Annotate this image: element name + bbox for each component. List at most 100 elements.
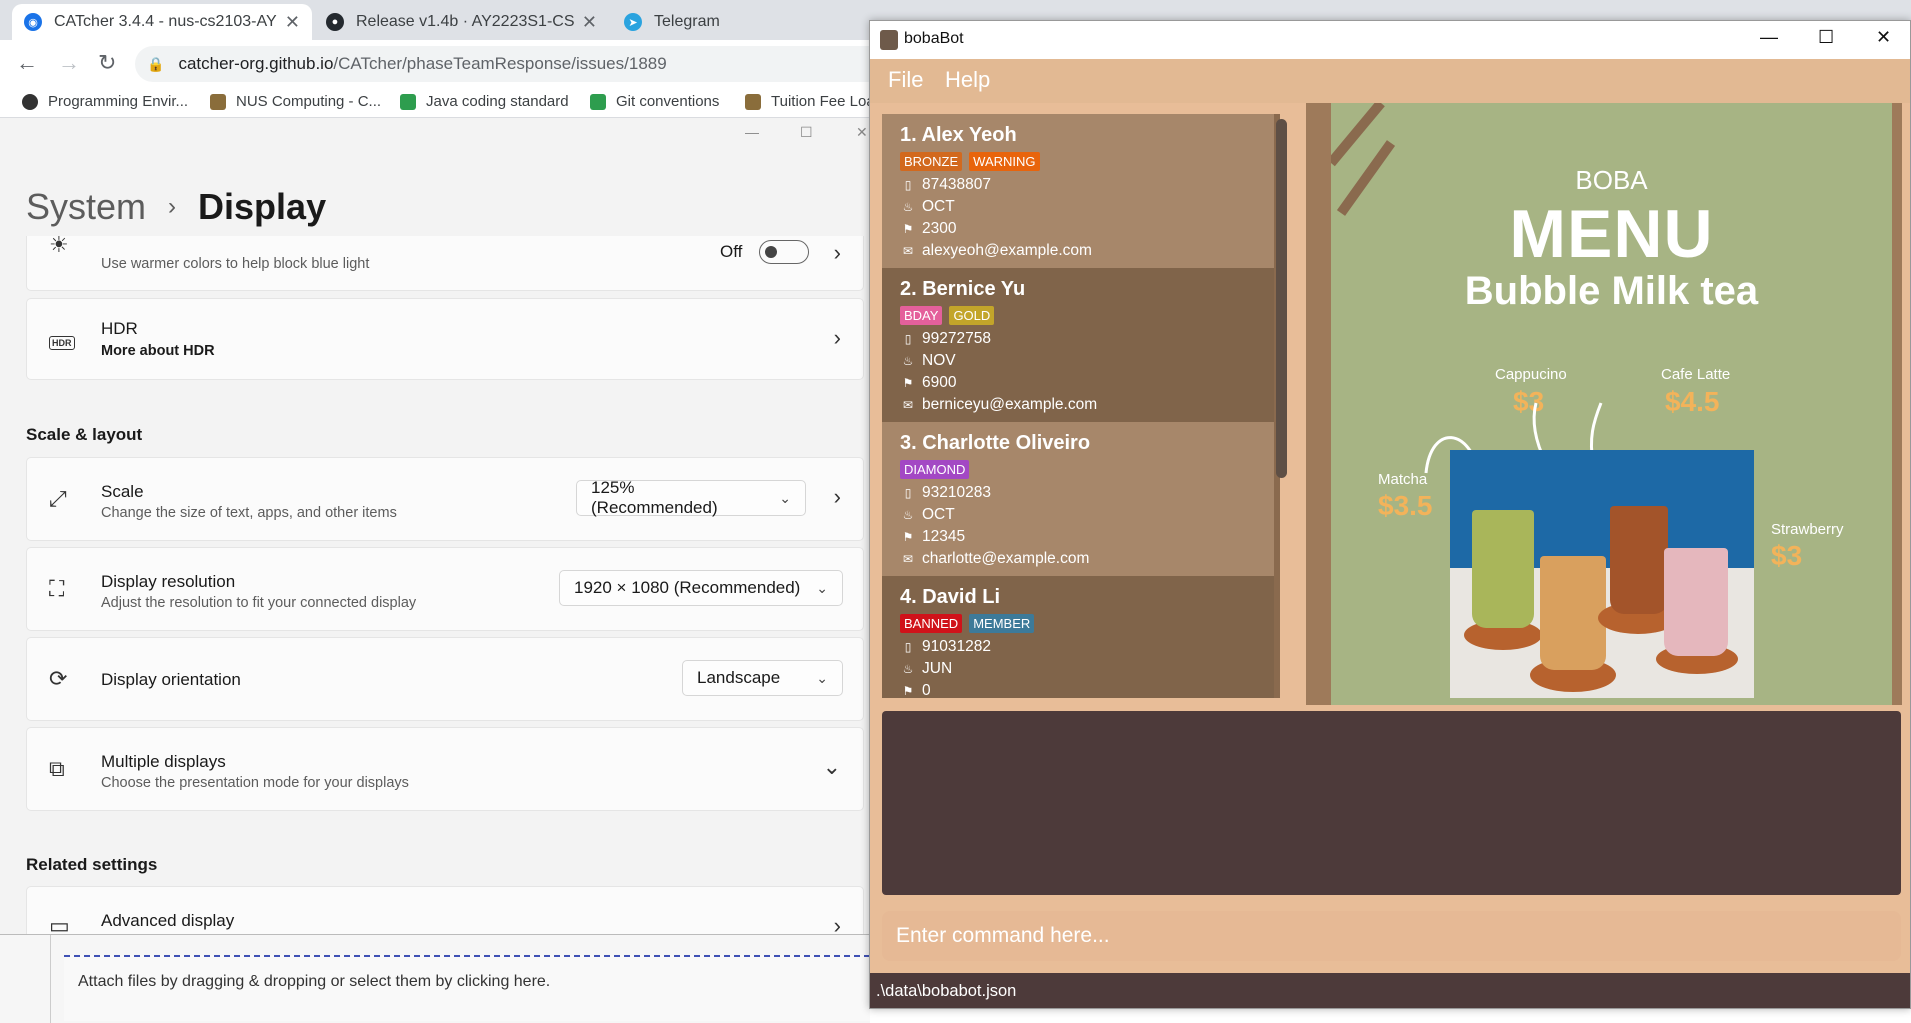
orientation-card[interactable]: ⟳ Display orientation Landscape ⌄ [26, 637, 864, 721]
close-icon[interactable]: ✕ [856, 124, 868, 141]
forward-icon[interactable]: → [58, 50, 80, 76]
resolution-card[interactable]: ⛶ Display resolution Adjust the resoluti… [26, 547, 864, 631]
telegram-icon: ➤ [624, 13, 642, 31]
menu-file[interactable]: File [888, 67, 923, 93]
tag-member: MEMBER [969, 614, 1035, 633]
command-input[interactable] [882, 911, 1901, 961]
scale-value: 125% (Recommended) [591, 478, 718, 517]
chevron-down-icon[interactable]: ⌄ [823, 754, 841, 780]
close-icon[interactable]: ✕ [582, 12, 597, 33]
customer-name: 4. David Li [900, 586, 1001, 608]
strawberry-cup [1664, 548, 1728, 656]
menu-image-panel: BOBA MENU Bubble Milk tea Cappucino $3 C… [1306, 103, 1902, 705]
phone-field: ▯ 91031282 [900, 638, 991, 656]
chevron-down-icon: ⌄ [816, 669, 828, 686]
browser-tab-telegram[interactable]: ➤ Telegram [612, 4, 872, 40]
birthday-field: ♨ OCT [900, 506, 955, 524]
resolution-dropdown[interactable]: 1920 × 1080 (Recommended) ⌄ [559, 570, 843, 606]
bookmark-item[interactable]: Programming Envir... [22, 93, 188, 110]
browser-tab-github[interactable]: ● Release v1.4b · AY2223S1-CS210 ✕ [314, 4, 609, 40]
phone-field: ▯ 87438807 [900, 176, 991, 194]
points-field: ⚑ 12345 [900, 528, 966, 546]
tag-list: BDAY GOLD [900, 306, 1001, 325]
toggle-state-label: Off [720, 242, 743, 261]
chevron-right-icon: › [168, 193, 177, 220]
mail-icon: ✉ [902, 552, 914, 566]
customer-list: 1. Alex Yeoh BRONZE WARNING ▯ 87438807 ♨ O… [882, 114, 1280, 698]
phone-icon: ▯ [904, 486, 912, 500]
advanced-display-title: Advanced display [101, 911, 235, 930]
bookmark-item[interactable]: Tuition Fee Loa [745, 93, 875, 110]
cake-icon: ♨ [902, 200, 914, 214]
orientation-dropdown[interactable]: Landscape ⌄ [682, 660, 843, 696]
scale-icon: ⤢ [49, 486, 67, 511]
close-icon[interactable]: ✕ [1876, 27, 1891, 48]
bookmark-icon [400, 93, 416, 110]
maximize-icon[interactable]: ☐ [1818, 27, 1834, 48]
bubble-tea-photo [1450, 450, 1754, 698]
multiple-displays-card[interactable]: ⧉ Multiple displays Choose the presentat… [26, 727, 864, 811]
list-scrollbar[interactable] [1276, 119, 1287, 478]
customer-name: 3. Charlotte Oliveiro [900, 432, 1091, 454]
maximize-icon[interactable]: ☐ [800, 124, 813, 141]
list-item[interactable]: 3. Charlotte Oliveiro DIAMOND ▯ 93210283 … [882, 422, 1274, 576]
cake-icon: ♨ [902, 354, 914, 368]
cappucino-cup [1540, 556, 1606, 670]
back-icon[interactable]: ← [16, 50, 38, 76]
minimize-icon[interactable]: — [745, 124, 759, 140]
gift-icon: ⚑ [902, 222, 914, 236]
hdr-card[interactable]: HDR HDR More about HDR › [26, 298, 864, 380]
browser-tab-catcher[interactable]: ◉ CATcher 3.4.4 - nus-cs2103-AY22 ✕ [12, 4, 312, 40]
tag-bday: BDAY [900, 306, 943, 325]
email-field: ✉ alexyeoh@example.com [900, 242, 1092, 260]
tag-list: DIAMOND [900, 460, 976, 479]
birthday-field: ♨ OCT [900, 198, 955, 216]
bookmark-item[interactable]: NUS Computing - C... [210, 93, 381, 110]
list-item[interactable]: 2. Bernice Yu BDAY GOLD ▯ 99272758 ♨ NOV ⚑… [882, 268, 1274, 422]
birthday-field: ♨ JUN [900, 660, 953, 678]
resolution-subtitle: Adjust the resolution to fit your connec… [101, 595, 417, 611]
bobabot-menubar: File Help [870, 59, 1910, 103]
close-icon[interactable]: ✕ [285, 12, 300, 33]
list-item[interactable]: 1. Alex Yeoh BRONZE WARNING ▯ 87438807 ♨ O… [882, 114, 1274, 268]
bookmark-item[interactable]: Git conventions [590, 93, 719, 110]
night-light-toggle[interactable] [759, 240, 809, 264]
scale-card[interactable]: ⤢ Scale Change the size of text, apps, a… [26, 457, 864, 541]
chevron-down-icon: ⌄ [816, 579, 828, 596]
latte-cup [1610, 506, 1668, 614]
hdr-title: HDR [101, 319, 138, 338]
attach-dropzone[interactable]: Attach files by dragging & dropping or s… [64, 955, 870, 1021]
breadcrumb: System › Display [26, 186, 326, 228]
tab-title: Telegram [654, 13, 720, 30]
hdr-subtitle[interactable]: More about HDR [101, 343, 215, 359]
menu-help[interactable]: Help [945, 67, 990, 93]
advanced-display-card[interactable]: ▭ Advanced display › [26, 886, 864, 936]
catcher-icon: ◉ [24, 13, 42, 31]
tag-diamond: DIAMOND [900, 460, 970, 479]
chevron-right-icon: › [833, 484, 841, 509]
gift-icon: ⚑ [902, 530, 914, 544]
result-display [882, 711, 1901, 895]
phone-icon: ▯ [904, 178, 912, 192]
gift-icon: ⚑ [902, 684, 914, 698]
tag-list: BANNED MEMBER [900, 614, 1041, 633]
night-light-subtitle: Use warmer colors to help block blue lig… [101, 256, 370, 272]
orientation-icon: ⟳ [49, 666, 68, 691]
breadcrumb-system[interactable]: System [26, 186, 146, 228]
night-light-card[interactable]: ☀ Use warmer colors to help block blue l… [26, 232, 864, 291]
bookmark-label: Tuition Fee Loa [771, 93, 875, 110]
birthday-field: ♨ NOV [900, 352, 956, 370]
bookmark-item[interactable]: Java coding standard [400, 93, 569, 110]
minimize-icon[interactable]: — [1760, 27, 1778, 48]
bookmark-icon [22, 93, 38, 110]
reload-icon[interactable]: ↻ [98, 50, 116, 76]
chevron-down-icon: ⌄ [779, 489, 791, 506]
list-item[interactable]: 4. David Li BANNED MEMBER ▯ 91031282 ♨ JUN… [882, 576, 1274, 698]
scale-layout-heading: Scale & layout [26, 425, 143, 444]
tag-list: BRONZE WARNING [900, 152, 1047, 171]
scale-title: Scale [101, 482, 144, 501]
attach-hint: Attach files by dragging & dropping or s… [78, 973, 551, 990]
scale-dropdown[interactable]: 125% (Recommended) ⌄ [576, 478, 806, 517]
gift-icon: ⚑ [902, 376, 914, 390]
bookmark-label: Git conventions [616, 93, 720, 110]
